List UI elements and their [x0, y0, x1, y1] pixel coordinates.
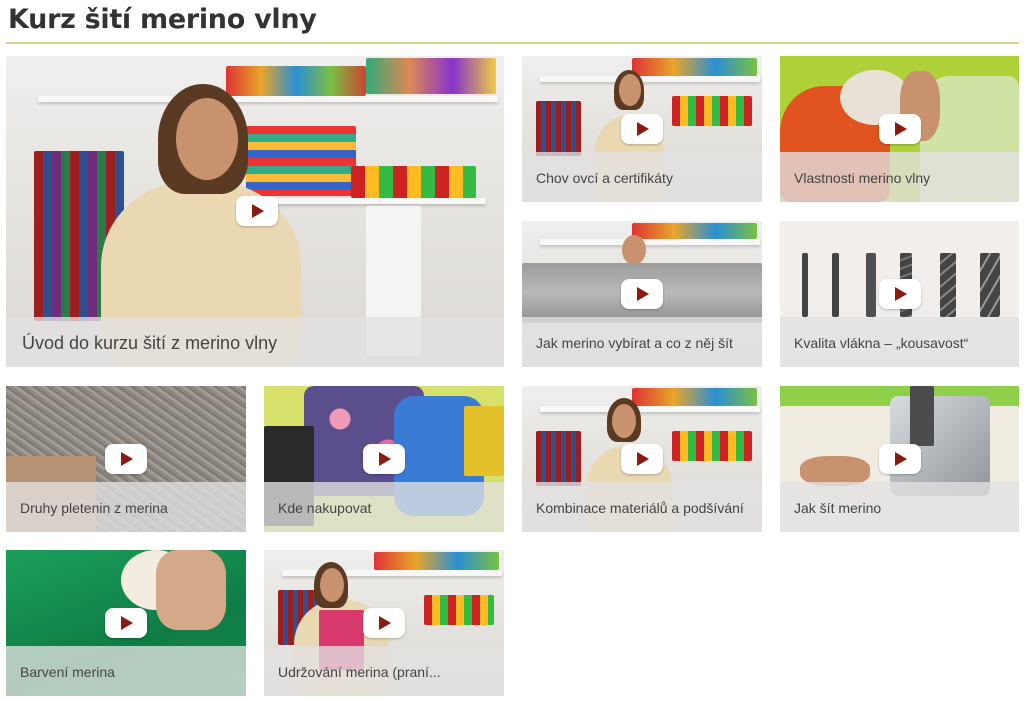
video-title: Jak merino vybírat a co z něj šít	[536, 335, 733, 351]
video-card[interactable]: Kvalita vlákna – „kousavost“	[780, 221, 1019, 367]
play-button-icon[interactable]	[879, 444, 921, 474]
play-button-icon[interactable]	[236, 196, 278, 226]
title-divider	[6, 42, 1019, 44]
video-card-featured[interactable]: Úvod do kurzu šití z merino vlny	[6, 56, 504, 367]
play-button-icon[interactable]	[621, 279, 663, 309]
video-title: Chov ovcí a certifikáty	[536, 170, 673, 186]
play-button-icon[interactable]	[621, 444, 663, 474]
video-card[interactable]: Druhy pletenin z merina	[6, 386, 246, 532]
video-title: Jak šít merino	[794, 500, 882, 516]
video-card[interactable]: Jak šít merino	[780, 386, 1019, 532]
video-title: Kde nakupovat	[278, 500, 372, 516]
video-title: Barvení merina	[20, 664, 115, 680]
video-card[interactable]: Kombinace materiálů a podšívání	[522, 386, 762, 532]
video-card[interactable]: Vlastnosti merino vlny	[780, 56, 1019, 202]
video-title: Kvalita vlákna – „kousavost“	[794, 335, 969, 351]
play-button-icon[interactable]	[105, 608, 147, 638]
video-title: Úvod do kurzu šití z merino vlny	[22, 333, 278, 353]
video-card[interactable]: Jak merino vybírat a co z něj šít	[522, 221, 762, 367]
video-card[interactable]: Kde nakupovat	[264, 386, 504, 532]
video-card[interactable]: Barvení merina	[6, 550, 246, 696]
video-title: Druhy pletenin z merina	[20, 500, 168, 516]
play-button-icon[interactable]	[621, 114, 663, 144]
video-title: Kombinace materiálů a podšívání	[536, 500, 744, 516]
play-button-icon[interactable]	[105, 444, 147, 474]
play-button-icon[interactable]	[879, 114, 921, 144]
video-card[interactable]: Chov ovcí a certifikáty	[522, 56, 762, 202]
video-title: Udržování merina (praní...	[278, 664, 441, 680]
page-title: Kurz šití merino vlny	[8, 4, 317, 35]
video-card[interactable]: Udržování merina (praní...	[264, 550, 504, 696]
play-button-icon[interactable]	[879, 279, 921, 309]
video-title: Vlastnosti merino vlny	[794, 170, 931, 186]
play-button-icon[interactable]	[363, 444, 405, 474]
play-button-icon[interactable]	[363, 608, 405, 638]
